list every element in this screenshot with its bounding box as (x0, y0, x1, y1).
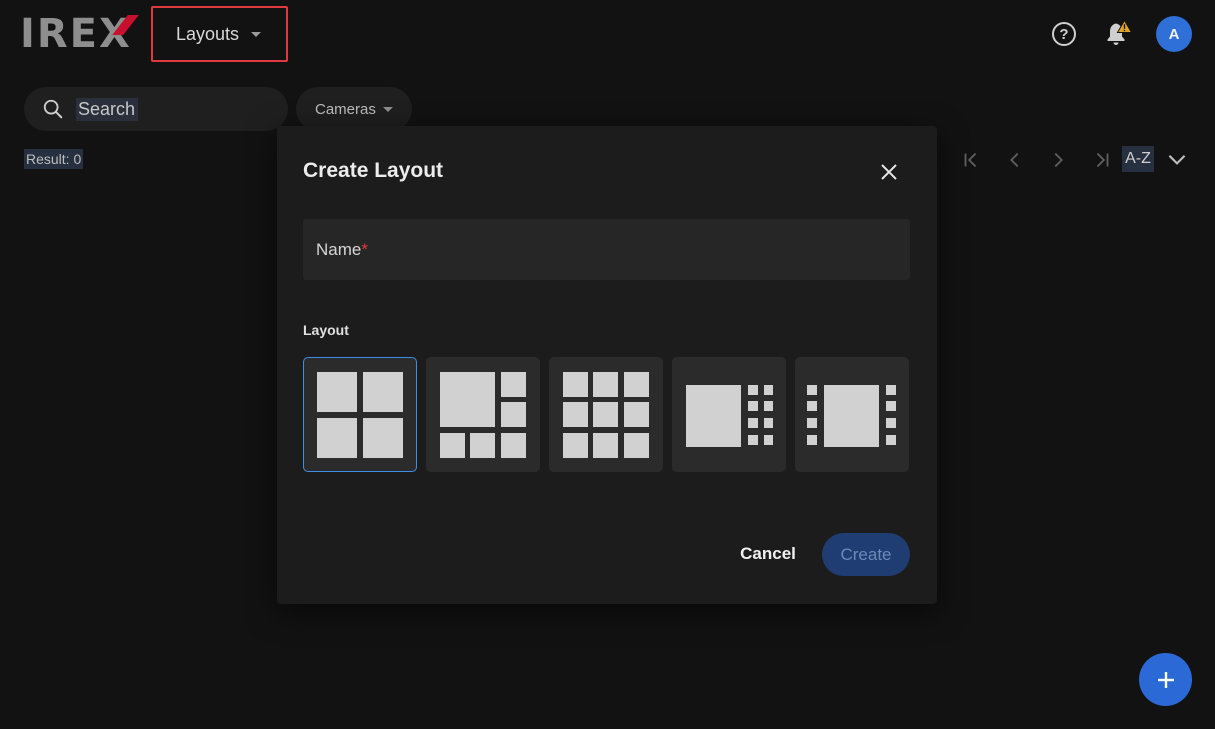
add-layout-button[interactable] (1139, 653, 1192, 706)
next-page-icon[interactable] (1043, 146, 1073, 174)
prev-page-icon[interactable] (1000, 146, 1030, 174)
cameras-filter-dropdown[interactable]: Cameras (296, 87, 412, 131)
grid-1-plus-12-icon (686, 384, 773, 447)
dialog-title: Create Layout (303, 159, 444, 182)
plus-icon (1157, 671, 1174, 688)
irex-logo: IREX (20, 11, 139, 57)
close-icon[interactable] (877, 160, 901, 184)
grid-2x2-icon (317, 371, 403, 458)
layout-option-grid-2x2[interactable] (303, 357, 417, 472)
create-layout-dialog: Create Layout Name* Layout Cancel Create (277, 126, 937, 604)
logo-text: IRE (20, 11, 100, 57)
result-count: Result: 0 (24, 149, 84, 169)
sort-toggle[interactable]: A-Z (1122, 146, 1154, 172)
caret-down-icon (251, 31, 262, 37)
layout-options (303, 357, 909, 472)
app-root: IREX Layouts ? A Cameras Result: 0 (0, 0, 1215, 729)
logo-accent-mark (112, 15, 139, 35)
search-bar[interactable] (24, 87, 288, 131)
layout-section-label: Layout (303, 322, 349, 338)
cancel-button[interactable]: Cancel (735, 534, 801, 574)
sort-label: A-Z (1125, 150, 1151, 167)
grid-side-strips-icon (807, 384, 896, 447)
layouts-menu-label: Layouts (176, 23, 240, 44)
layout-option-1-big-side-strips[interactable] (795, 357, 909, 472)
search-input[interactable] (76, 97, 138, 121)
name-field[interactable]: Name* (303, 219, 910, 280)
layouts-menu-button[interactable]: Layouts (151, 6, 288, 62)
avatar[interactable]: A (1156, 16, 1192, 52)
first-page-icon[interactable] (956, 146, 986, 174)
grid-3x3-icon (563, 371, 649, 458)
avatar-initial: A (1168, 25, 1180, 43)
search-icon (43, 99, 63, 119)
logo-x: X (99, 14, 139, 54)
grid-1-plus-5-icon (440, 371, 526, 458)
layout-option-1-big-12-small[interactable] (672, 357, 786, 472)
help-glyph: ? (1059, 25, 1069, 43)
help-icon[interactable]: ? (1052, 22, 1076, 46)
bell-icon[interactable] (1102, 18, 1134, 50)
cameras-filter-label: Cameras (315, 100, 376, 118)
create-button[interactable]: Create (822, 533, 910, 576)
layout-option-1-big-5-small[interactable] (426, 357, 540, 472)
chevron-down-icon[interactable] (1164, 146, 1190, 172)
caret-down-icon (382, 106, 393, 112)
layout-option-grid-3x3[interactable] (549, 357, 663, 472)
last-page-icon[interactable] (1087, 146, 1117, 174)
name-input[interactable] (303, 219, 910, 280)
